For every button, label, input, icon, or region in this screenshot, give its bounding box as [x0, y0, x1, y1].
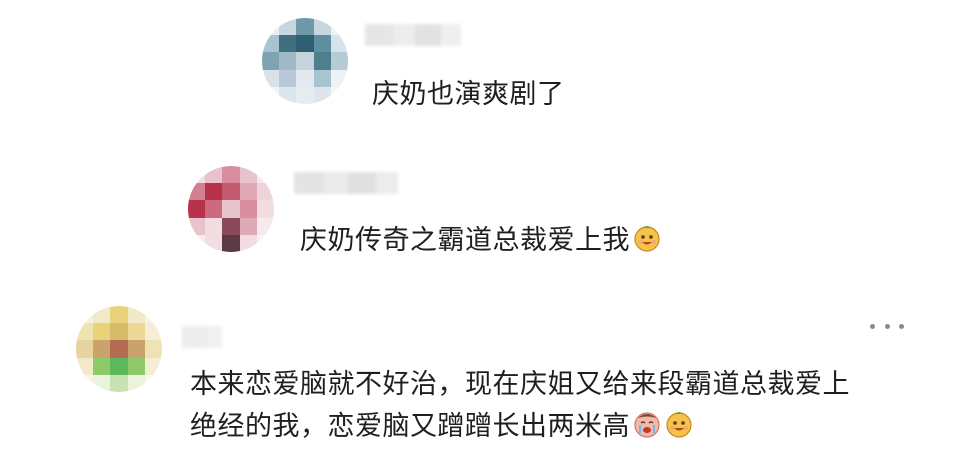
comment-text-line: 庆奶也演爽剧了: [372, 79, 565, 110]
comment-text-line: 绝经的我，恋爱脑又蹭蹭长出两米高: [190, 411, 630, 442]
username-blurred[interactable]: [365, 24, 461, 46]
avatar[interactable]: [76, 306, 162, 392]
username-blurred[interactable]: [294, 172, 398, 194]
grinning-face-emoji: [666, 412, 692, 438]
more-horizontal-icon: [884, 323, 890, 329]
comment-thread: 庆奶也演爽剧了 庆奶传奇之霸道总裁爱上我 本来恋爱脑就不好治，现在庆姐又给来段霸…: [0, 0, 960, 460]
more-horizontal-icon: [870, 323, 875, 329]
username-blurred[interactable]: [182, 326, 222, 348]
comment-text-line: 本来恋爱脑就不好治，现在庆姐又给来段霸道总裁爱上: [190, 369, 850, 400]
comment-text-line: 庆奶传奇之霸道总裁爱上我: [300, 225, 630, 256]
avatar[interactable]: [188, 166, 274, 252]
grinning-face-emoji: [634, 226, 660, 252]
avatar[interactable]: [262, 18, 348, 104]
comment-text: 本来恋爱脑就不好治，现在庆姐又给来段霸道总裁爱上 绝经的我，恋爱脑又蹭蹭长出两米…: [190, 364, 850, 448]
crying-face-emoji: [634, 412, 660, 438]
more-horizontal-icon: [899, 323, 904, 329]
comment-text: 庆奶也演爽剧了: [372, 74, 565, 116]
more-options-button[interactable]: [870, 316, 904, 336]
comment-text: 庆奶传奇之霸道总裁爱上我: [300, 220, 662, 262]
